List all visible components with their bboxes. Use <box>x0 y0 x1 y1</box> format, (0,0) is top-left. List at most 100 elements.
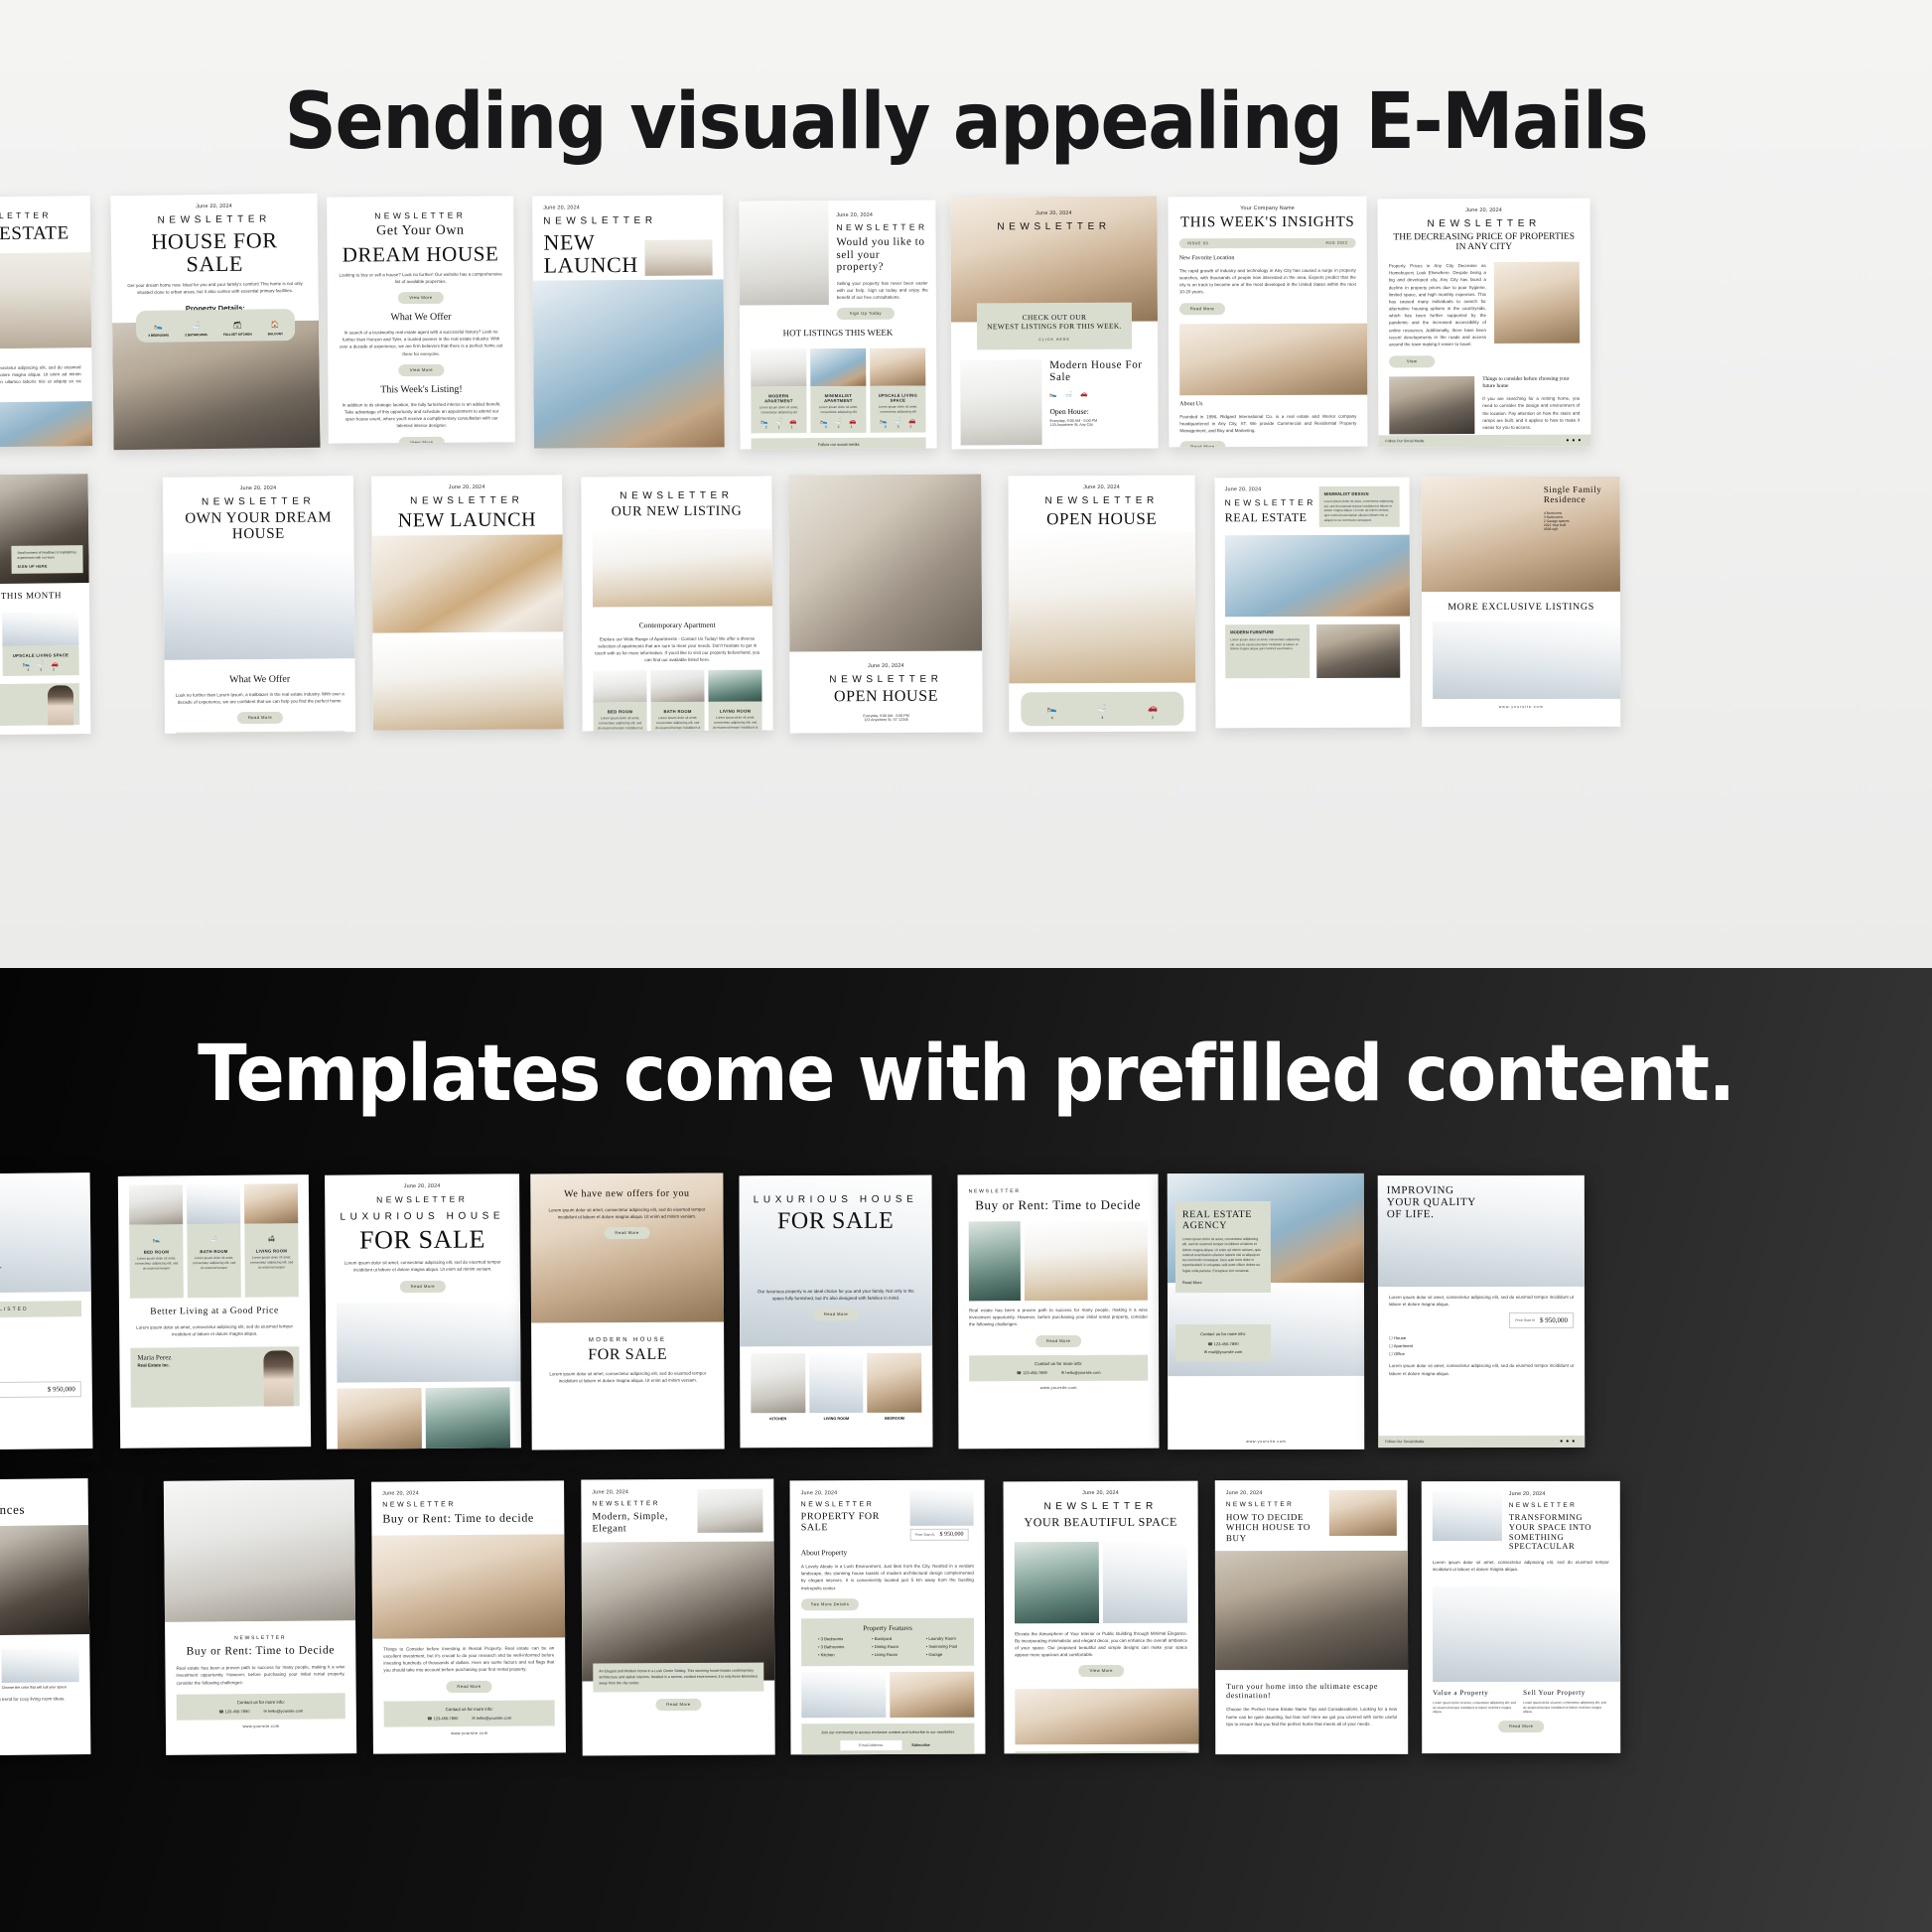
template-card-luxurious-for-sale-b[interactable]: LUXURIOUS HOUSE FOR SALE Our luxurious p… <box>739 1174 933 1449</box>
view-more-button-2[interactable]: View More <box>398 363 445 377</box>
template-card-buy-or-rent-b[interactable]: NEWSLETTER Buy or Rent: Time to Decide R… <box>163 1479 357 1755</box>
template-card-buy-or-rent-c[interactable]: June 20, 2024 NEWSLETTER Buy or Rent: Ti… <box>371 1480 566 1754</box>
template-card-new-launch-b[interactable]: June 20, 2024 NEWSLETTER NEW LAUNCH <box>371 475 564 731</box>
card-eyebrow: NEWSLETTER <box>1044 494 1159 507</box>
template-card-buy-or-rent-a[interactable]: NEWSLETTER Buy or Rent: Time to Decide R… <box>957 1173 1160 1449</box>
card-eyebrow: NEWSLETTER <box>234 1634 287 1642</box>
room-photo <box>751 1353 806 1414</box>
template-card-top-listing[interactable]: Small moment of headlines to highlightin… <box>0 474 91 736</box>
read-more-button[interactable]: Read More <box>604 1226 650 1239</box>
phone-contact[interactable]: ☎ 123-456-7890 <box>1017 1370 1047 1375</box>
card-lead: Property Prices in Any City Decrease as … <box>1388 262 1487 347</box>
social-icons[interactable]: ●●● <box>1566 438 1584 444</box>
section-heading-1: MINIMALIST DESIGN <box>1323 490 1369 496</box>
card-body: Get your dream home now. Ideal for you a… <box>127 281 303 296</box>
email-contact[interactable]: ✉ hello@yoursite.com <box>263 1708 303 1713</box>
template-card-weekly-insights[interactable]: Your Company Name THIS WEEK'S INSIGHTS I… <box>1168 196 1368 448</box>
read-more-button[interactable]: Read More <box>236 711 284 725</box>
car-icon: 🚗 <box>51 661 60 668</box>
template-card-better-living[interactable]: 🛌 BED ROOM Lorem ipsum dolor sit amet, c… <box>117 1174 312 1449</box>
template-card-new-launch-a[interactable]: June 20, 2024 NEWSLETTER NEW LAUNCH <box>532 195 725 449</box>
card-photo-2 <box>0 400 93 448</box>
room-desc: Lorem ipsum dolor sit amet, consectetur … <box>713 716 759 731</box>
social-footer: Follow Our Social Media <box>1385 1440 1425 1445</box>
card-eyebrow: NEWSLETTER <box>201 495 316 508</box>
view-more-button-3[interactable]: View More <box>398 436 445 444</box>
beds-count: 4 <box>27 668 30 673</box>
email-input[interactable]: Email Address <box>840 1739 902 1750</box>
view-button[interactable]: View <box>1389 355 1436 368</box>
template-card-sell-property[interactable]: June 20, 2024 NEWSLETTER Would you like … <box>739 200 937 450</box>
card-photo <box>336 1301 521 1383</box>
read-more-button[interactable]: Read More <box>399 1280 446 1293</box>
template-card-decreasing-price[interactable]: June 20, 2024 NEWSLETTER THE DECREASING … <box>1377 198 1591 448</box>
email-contact[interactable]: ✉ mail@yoursite.com <box>1182 1349 1264 1354</box>
option-house[interactable]: ☐ House <box>1389 1335 1574 1341</box>
template-card-property-for-sale[interactable]: June 20, 2024 NEWSLETTER PROPERTY FOR SA… <box>789 1479 986 1755</box>
template-card-luxurious-for-sale-a[interactable]: June 20, 2024 NEWSLETTER LUXURIOUS HOUSE… <box>325 1173 521 1449</box>
card-thumb <box>1432 1491 1502 1542</box>
read-more-button-1[interactable]: Read More <box>1178 302 1225 315</box>
template-card-agency[interactable]: AGENCY JUST LISTED Exclusive Interior ● … <box>0 1173 93 1450</box>
card-photo <box>371 534 564 633</box>
website-footer: www.yoursite.com <box>242 1723 280 1728</box>
read-more-button[interactable]: Read More <box>1182 1280 1264 1285</box>
template-card-tips-references[interactable]: NEWSLETTER Tips & References Determine t… <box>0 1478 91 1756</box>
email-contact[interactable]: ✉ hello@yoursite.com <box>1061 1369 1101 1374</box>
room-photo <box>650 670 705 703</box>
template-card-real-estate-minimalist[interactable]: June 20, 2024 NEWSLETTER REAL ESTATE MIN… <box>1214 477 1411 729</box>
option-office[interactable]: ☐ Office <box>1389 1351 1574 1357</box>
sign-up-here-button[interactable]: SIGN UP HERE <box>18 564 77 568</box>
subscribe-button[interactable]: Subscribe <box>905 1739 936 1750</box>
template-card-open-house-b[interactable]: June 20, 2024 NEWSLETTER OPEN HOUSE 🛌 4 🛁… <box>1008 475 1196 733</box>
phone-contact[interactable]: ☎ 123-456-7890 <box>427 1716 458 1721</box>
template-card-real-estate-agency[interactable]: REAL ESTATE AGENCY Lorem ipsum dolor sit… <box>1167 1173 1365 1450</box>
card-title: Buy or Rent: Time to decide <box>382 1510 534 1526</box>
offer-heading: What We Offer <box>390 311 452 324</box>
see-more-details-button[interactable]: See More Details <box>800 1597 859 1611</box>
card-body: An Elegant and Modern Home in a Lush Gre… <box>599 1668 759 1685</box>
template-card-new-offers[interactable]: We have new offers for you Lorem ipsum d… <box>530 1173 725 1450</box>
insight-heading-1: New Favorite Location <box>1178 254 1235 262</box>
view-more-button[interactable]: View More <box>1078 1665 1125 1678</box>
view-more-button-1[interactable]: View More <box>397 291 444 305</box>
card-body: Explore our Wide Range of Apartments - C… <box>595 635 760 663</box>
template-card-dream-house[interactable]: NEWSLETTER Get Your Own DREAM HOUSE Look… <box>327 196 515 444</box>
template-card-transforming-space[interactable]: June 20, 2024 NEWSLETTER TRANSFORMING YO… <box>1421 1480 1621 1754</box>
bed-icon: 🛌 <box>1046 704 1057 714</box>
card-date <box>0 205 79 207</box>
template-card-how-to-decide[interactable]: June 20, 2024 NEWSLETTER HOW TO DECIDE W… <box>1214 1479 1409 1755</box>
sign-up-button[interactable]: Sign Up Today <box>836 308 895 321</box>
template-card-improving-quality[interactable]: IMPROVING YOUR QUALITY OF LIFE. Lorem ip… <box>1377 1174 1586 1449</box>
phone-contact[interactable]: ☎ 123-456-7890 <box>218 1709 249 1714</box>
template-card-house-for-sale[interactable]: June 20, 2024 NEWSLETTER HOUSE FOR SALE … <box>110 193 321 451</box>
read-more-button[interactable]: Read More <box>812 1308 860 1321</box>
phone-contact[interactable]: ☎ 123-456-7890 <box>1182 1341 1264 1346</box>
read-more-button[interactable]: Read More <box>1035 1334 1082 1347</box>
template-card-single-family-residence[interactable]: Single Family Residence 4 Bedrooms 3 Bat… <box>1421 476 1621 728</box>
template-card-own-dream-house[interactable]: June 20, 2024 NEWSLETTER OWN YOUR DREAM … <box>162 476 356 734</box>
card-title: FOR SALE <box>776 1207 895 1235</box>
read-more-button[interactable]: Read More <box>655 1699 702 1712</box>
social-icons[interactable]: ●●● <box>1560 1439 1578 1445</box>
website-footer: www.yoursite.com <box>1498 704 1544 710</box>
card-title: REAL ESTATE <box>0 222 69 245</box>
read-more-button[interactable]: Read More <box>1498 1721 1545 1733</box>
option-apartment[interactable]: ☐ Apartment <box>1389 1343 1574 1348</box>
template-card-modern-simple-elegant[interactable]: June 20, 2024 NEWSLETTER Modern, Simple,… <box>581 1478 775 1756</box>
email-contact[interactable]: ✉ hello@yoursite.com <box>472 1715 511 1720</box>
listing-desc: Lorem ipsum dolor sit amet, consectetur … <box>878 405 918 415</box>
template-card-our-new-listing[interactable]: NEWSLETTER OUR NEW LISTING Contemporary … <box>581 476 773 732</box>
click-here-button[interactable]: CLICK HERE <box>983 338 1126 343</box>
card-photo-1 <box>1014 1541 1100 1623</box>
feature-label: BALCONY <box>267 331 284 336</box>
car-icon: 🚗 <box>1148 703 1159 713</box>
template-card-open-house-hero[interactable]: June 20, 2024 NEWSLETTER OPEN HOUSE Ever… <box>788 474 983 734</box>
template-card-newest-listings[interactable]: June 20, 2024 NEWSLETTER CHECK OUT OUR N… <box>950 196 1159 450</box>
website-footer: www.yoursite.com <box>451 1729 488 1735</box>
room-desc: Lorem ipsum dolor sit amet, consectetur … <box>655 716 701 731</box>
template-card-real-estate[interactable]: NEWSLETTER REAL ESTATE MODERN FURNITURE … <box>0 196 93 448</box>
read-more-button-2[interactable]: Read More <box>1179 441 1226 448</box>
template-card-beautiful-space[interactable]: June 20, 2024 NEWSLETTER YOUR BEAUTIFUL … <box>1003 1480 1199 1754</box>
read-more-button[interactable]: Read More <box>446 1680 492 1693</box>
